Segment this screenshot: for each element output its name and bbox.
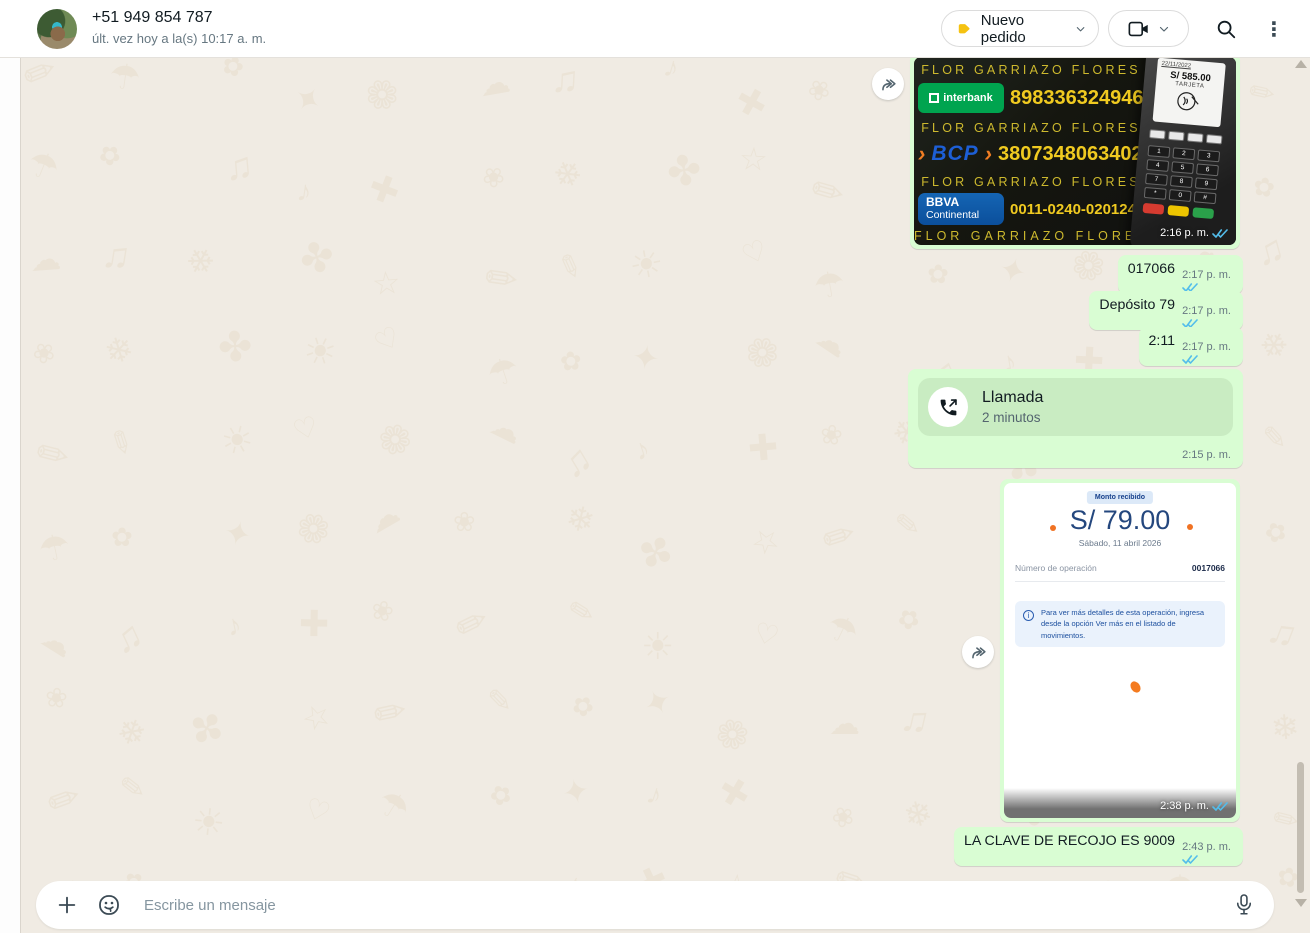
call-info-box[interactable]: Llamada 2 minutos xyxy=(918,378,1233,436)
forward-icon xyxy=(971,646,986,658)
message-time: 2:17 p. m. xyxy=(1182,269,1231,281)
last-seen-status: últ. vez hoy a la(s) 10:17 a. m. xyxy=(92,31,267,46)
search-button[interactable] xyxy=(1210,13,1242,45)
message-time: 2:16 p. m. xyxy=(1160,227,1209,239)
interbank-account-row: interbank 8983363249460 xyxy=(918,83,1155,113)
message-time: 2:15 p. m. xyxy=(1182,449,1231,461)
message-time: 2:17 p. m. xyxy=(1182,341,1231,353)
receipt-amount: S/ 79.00 xyxy=(1069,505,1171,535)
message-text: 2:11 xyxy=(1148,333,1176,349)
message-text: 017066 xyxy=(1127,261,1176,277)
interbank-logo: interbank xyxy=(918,83,1004,113)
payment-receipt-image: Monto recibido S/ 79.00 Sábado, 11 abril… xyxy=(1004,483,1236,818)
order-tag-icon xyxy=(958,23,970,33)
plus-icon xyxy=(58,896,76,914)
contactless-icon xyxy=(1177,92,1199,111)
scrollbar-up-arrow[interactable] xyxy=(1295,60,1307,68)
pos-terminal-graphic: 22/11/2022 S/ 585.00 TARJETA 1 2 3 4 5 6… xyxy=(1129,58,1236,245)
scrollbar-down-arrow[interactable] xyxy=(1295,899,1307,907)
read-receipt-icon xyxy=(1212,228,1228,238)
message-call-notification[interactable]: Llamada 2 minutos 2:15 p. m. xyxy=(908,369,1243,468)
info-icon: i xyxy=(1023,610,1034,621)
sticker-smiley-icon xyxy=(99,895,119,915)
message-bubble[interactable]: Depósito 79 2:17 p. m. xyxy=(1089,291,1243,330)
call-duration: 2 minutos xyxy=(982,410,1041,425)
message-bubble[interactable]: 2:11 2:17 p. m. xyxy=(1138,327,1243,366)
chat-message-area: ✏☂✿✦❁☁♫♪✚❀❄✤☆✏✎☂✿♫♪✚❀❄✤☆✏✎☀♡☂✿☁♫❄✤☆✏✎☀♡☂… xyxy=(21,58,1310,933)
account-owner-name: FLOR GARRIAZO FLORES xyxy=(914,229,1150,243)
contact-name[interactable]: +51 949 854 787 xyxy=(92,9,213,27)
attach-button[interactable] xyxy=(56,894,78,916)
message-bubble[interactable]: LA CLAVE DE RECOJO ES 9009 2:43 p. m. xyxy=(954,827,1243,866)
voice-message-button[interactable] xyxy=(1234,893,1254,917)
receipt-date: Sábado, 11 abril 2026 xyxy=(1078,538,1162,548)
confetti-blob xyxy=(1128,679,1143,695)
message-bubble[interactable]: 017066 2:17 p. m. xyxy=(1117,255,1243,294)
forward-button[interactable] xyxy=(962,636,994,668)
interbank-logo-mark xyxy=(929,93,940,103)
video-camera-icon xyxy=(1128,21,1148,36)
call-icon-circle xyxy=(928,387,968,427)
whatsapp-chat-window: +51 949 854 787 últ. vez hoy a la(s) 10:… xyxy=(0,0,1310,933)
operation-number-row: Número de operación 0017066 xyxy=(1015,563,1225,573)
account-owner-name: FLOR GARRIAZO FLORES xyxy=(921,121,1141,135)
message-time: 2:17 p. m. xyxy=(1182,305,1231,317)
pos-color-keys xyxy=(1142,202,1215,220)
message-time: 2:43 p. m. xyxy=(1182,841,1231,853)
bcp-logo-chevron: › xyxy=(984,141,992,166)
message-text: Depósito 79 xyxy=(1099,297,1176,313)
new-order-button[interactable]: Nuevo pedido xyxy=(941,10,1099,47)
forward-button[interactable] xyxy=(872,68,904,100)
receipt-info-text: Para ver más detalles de esta operación,… xyxy=(1041,608,1205,640)
scrollbar-thumb[interactable] xyxy=(1297,762,1304,893)
message-payment-receipt-image[interactable]: Monto recibido S/ 79.00 Sábado, 11 abril… xyxy=(1000,479,1240,822)
read-receipt-icon xyxy=(1182,855,1198,864)
new-order-label: Nuevo pedido xyxy=(980,11,1026,46)
contact-avatar[interactable] xyxy=(37,9,77,49)
bank-accounts-image: FLOR GARRIAZO FLORES interbank 898336324… xyxy=(914,58,1236,245)
bcp-account-row: › BCP › 38073480634024 xyxy=(918,141,1154,167)
microphone-icon xyxy=(1236,894,1252,915)
confetti-dot xyxy=(1050,525,1056,531)
message-time: 2:38 p. m. xyxy=(1160,800,1209,812)
emoji-sticker-button[interactable] xyxy=(97,893,121,917)
pos-screen: 22/11/2022 S/ 585.00 TARJETA xyxy=(1152,58,1226,128)
chevron-down-icon xyxy=(1159,26,1168,32)
chat-header: +51 949 854 787 últ. vez hoy a la(s) 10:… xyxy=(0,0,1310,58)
conversation-list-edge xyxy=(0,58,21,933)
bbva-logo: BBVA Continental xyxy=(918,193,1004,225)
message-composer xyxy=(36,881,1274,929)
message-text: LA CLAVE DE RECOJO ES 9009 xyxy=(964,833,1176,849)
chevron-down-icon xyxy=(1076,26,1085,31)
confetti-dot xyxy=(1187,524,1193,530)
account-owner-name: FLOR GARRIAZO FLORES xyxy=(921,63,1141,77)
message-input[interactable] xyxy=(144,896,1220,914)
call-title: Llamada xyxy=(982,389,1044,406)
bcp-account-number: 38073480634024 xyxy=(998,142,1154,165)
receipt-divider xyxy=(1015,581,1225,582)
interbank-account-number: 8983363249460 xyxy=(1010,86,1155,109)
bcp-logo-chevron: › xyxy=(918,141,926,166)
video-call-button[interactable] xyxy=(1108,10,1189,47)
pos-keypad: 123 456 789 * 0 # xyxy=(1143,145,1221,205)
account-owner-name: FLOR GARRIAZO FLORES xyxy=(921,175,1141,189)
search-icon xyxy=(1217,20,1236,39)
pos-function-keys xyxy=(1149,129,1223,145)
outgoing-call-icon xyxy=(940,398,957,415)
operation-value: 0017066 xyxy=(1191,563,1225,573)
read-receipt-icon xyxy=(1182,355,1198,364)
receipt-badge: Monto recibido xyxy=(1086,491,1154,504)
operation-label: Número de operación xyxy=(1015,563,1097,573)
read-receipt-icon xyxy=(1212,801,1228,811)
bcp-logo: BCP xyxy=(931,142,979,165)
kebab-menu-icon: ⋮ xyxy=(1264,18,1284,41)
message-bank-accounts-image[interactable]: FLOR GARRIAZO FLORES interbank 898336324… xyxy=(910,58,1240,249)
menu-button[interactable]: ⋮ xyxy=(1258,13,1290,45)
receipt-info-box: i Para ver más detalles de esta operació… xyxy=(1015,601,1225,647)
forward-icon xyxy=(881,78,896,90)
